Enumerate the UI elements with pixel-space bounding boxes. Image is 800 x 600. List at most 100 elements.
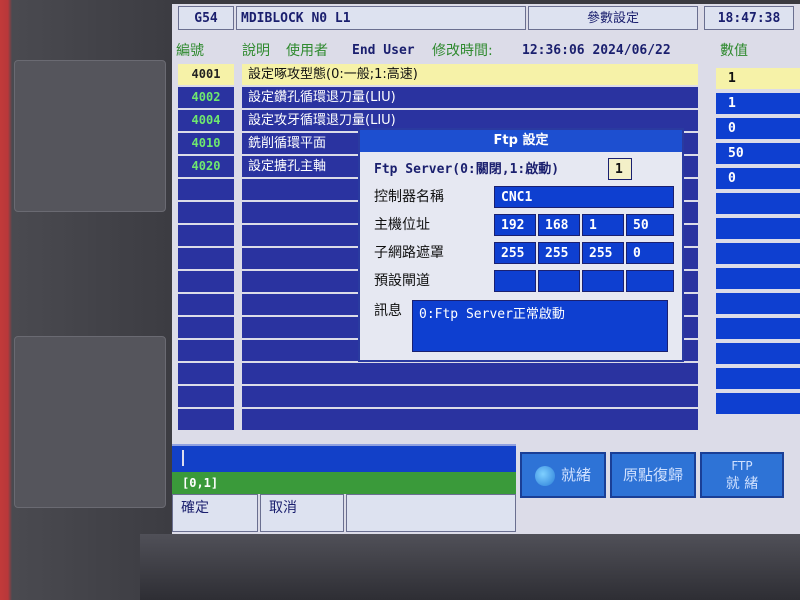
subnet-mask-octet-3[interactable]: 255 <box>582 242 624 264</box>
param-value-empty[interactable] <box>716 368 800 389</box>
param-value-empty[interactable] <box>716 318 800 339</box>
default-gateway-label: 預設閘道 <box>374 273 430 289</box>
param-id[interactable]: 4020 <box>178 156 234 177</box>
param-id-empty[interactable] <box>178 386 234 407</box>
block-text: MDIBLOCK N0 L1 <box>241 11 351 26</box>
param-desc-text: 銑削循環平面 <box>248 136 327 151</box>
param-value-empty[interactable] <box>716 393 800 414</box>
host-address-octet-2[interactable]: 168 <box>538 214 580 236</box>
param-desc-text: 設定啄攻型態(0:一般;1:高速) <box>248 67 418 82</box>
ftp-server-input[interactable]: 1 <box>608 158 632 180</box>
host-address-octet-1[interactable]: 192 <box>494 214 536 236</box>
host-address-label: 主機位址 <box>374 217 430 233</box>
param-id-empty[interactable] <box>178 409 234 430</box>
cnc-screen: G54 MDIBLOCK N0 L1 參數設定 18:47:38 編號 說明 使… <box>172 4 800 534</box>
param-id[interactable]: 4001 <box>178 64 234 85</box>
param-id-empty[interactable] <box>178 317 234 338</box>
bezel-key <box>14 336 166 508</box>
param-value-empty[interactable] <box>716 218 800 239</box>
default-gateway-octet-4[interactable] <box>626 270 674 292</box>
header-user: 使用者 <box>286 43 328 59</box>
subnet-mask-label: 子網路遮罩 <box>374 245 444 261</box>
param-id-empty[interactable] <box>178 363 234 384</box>
controller-name-input[interactable]: CNC1 <box>494 186 674 208</box>
param-id-empty[interactable] <box>178 202 234 223</box>
default-gateway-octet-1[interactable] <box>494 270 536 292</box>
ftp-status-button[interactable]: FTP 就 緒 <box>700 452 784 498</box>
message-box: 0:Ftp Server正常啟動 <box>412 300 668 352</box>
param-id-column: 4001 4002 4004 4010 4020 <box>178 64 234 432</box>
cancel-label: 取消 <box>269 500 297 516</box>
ftp-status-bottom: 就 緒 <box>725 476 759 492</box>
param-value-empty[interactable] <box>716 293 800 314</box>
header-id: 編號 <box>176 43 204 59</box>
dialog-title: Ftp 設定 <box>360 130 682 152</box>
param-desc-text: 設定搪孔主軸 <box>248 159 327 174</box>
mode-text: G54 <box>194 11 218 26</box>
mode-indicator: G54 <box>178 6 234 30</box>
monitor-bezel-left <box>0 0 172 600</box>
default-gateway-octet-2[interactable] <box>538 270 580 292</box>
param-desc-text: 設定鑽孔循環退刀量(LIU) <box>248 90 396 105</box>
param-id-empty[interactable] <box>178 248 234 269</box>
confirm-label: 確定 <box>181 500 209 516</box>
command-input[interactable] <box>172 444 516 472</box>
param-value-empty[interactable] <box>716 193 800 214</box>
monitor-bezel-bottom <box>140 534 800 600</box>
clock: 18:47:38 <box>704 6 794 30</box>
header-modified-time: 12:36:06 2024/06/22 <box>522 43 671 58</box>
param-value[interactable]: 1 <box>716 68 800 89</box>
param-id-empty[interactable] <box>178 340 234 361</box>
subnet-mask-octet-1[interactable]: 255 <box>494 242 536 264</box>
text-cursor <box>182 450 184 466</box>
param-id-empty[interactable] <box>178 294 234 315</box>
cursor-coordinate: [0,1] <box>172 472 516 494</box>
block-indicator: MDIBLOCK N0 L1 <box>236 6 526 30</box>
subnet-mask-octet-4[interactable]: 0 <box>626 242 674 264</box>
clock-text: 18:47:38 <box>717 11 781 26</box>
param-desc-text: 設定攻牙循環退刀量(LIU) <box>248 113 396 128</box>
param-id[interactable]: 4010 <box>178 133 234 154</box>
param-value-column: 1 1 0 50 0 <box>716 68 800 418</box>
param-desc-empty[interactable] <box>242 386 698 407</box>
param-id[interactable]: 4004 <box>178 110 234 131</box>
param-id-empty[interactable] <box>178 225 234 246</box>
ready-status-button[interactable]: 就緒 <box>520 452 606 498</box>
home-return-label: 原點復歸 <box>622 466 683 484</box>
softkey-blank[interactable] <box>346 494 516 532</box>
param-value-empty[interactable] <box>716 343 800 364</box>
param-desc-empty[interactable] <box>242 363 698 384</box>
param-desc[interactable]: 設定鑽孔循環退刀量(LIU) <box>242 87 698 108</box>
header-desc: 說明 <box>242 43 270 59</box>
param-id-empty[interactable] <box>178 179 234 200</box>
header-modified-label: 修改時間: <box>432 43 493 59</box>
coordinate-text: [0,1] <box>182 476 219 490</box>
param-value-empty[interactable] <box>716 243 800 264</box>
param-value-empty[interactable] <box>716 268 800 289</box>
param-value[interactable]: 50 <box>716 143 800 164</box>
param-desc-empty[interactable] <box>242 409 698 430</box>
ready-label: 就緒 <box>560 466 591 484</box>
page-title: 參數設定 <box>528 6 698 30</box>
ftp-server-label: Ftp Server(0:關閉,1:啟動) <box>374 162 560 177</box>
default-gateway-octet-3[interactable] <box>582 270 624 292</box>
home-return-button[interactable]: 原點復歸 <box>610 452 696 498</box>
param-id-empty[interactable] <box>178 271 234 292</box>
param-id[interactable]: 4002 <box>178 87 234 108</box>
controller-name-label: 控制器名稱 <box>374 189 444 205</box>
host-address-octet-4[interactable]: 50 <box>626 214 674 236</box>
bezel-key <box>14 60 166 212</box>
param-desc[interactable]: 設定啄攻型態(0:一般;1:高速) <box>242 64 698 85</box>
subnet-mask-octet-2[interactable]: 255 <box>538 242 580 264</box>
message-label: 訊息 <box>374 303 402 319</box>
param-value[interactable]: 1 <box>716 93 800 114</box>
host-address-octet-3[interactable]: 1 <box>582 214 624 236</box>
confirm-button[interactable]: 確定 <box>172 494 258 532</box>
status-led-icon <box>534 465 555 486</box>
header-end-user: End User <box>352 43 415 58</box>
param-value[interactable]: 0 <box>716 168 800 189</box>
cancel-button[interactable]: 取消 <box>260 494 344 532</box>
status-bar: G54 MDIBLOCK N0 L1 參數設定 18:47:38 <box>172 6 800 32</box>
ftp-settings-dialog: Ftp 設定 Ftp Server(0:關閉,1:啟動) 1 控制器名稱 CNC… <box>358 128 684 362</box>
param-value[interactable]: 0 <box>716 118 800 139</box>
